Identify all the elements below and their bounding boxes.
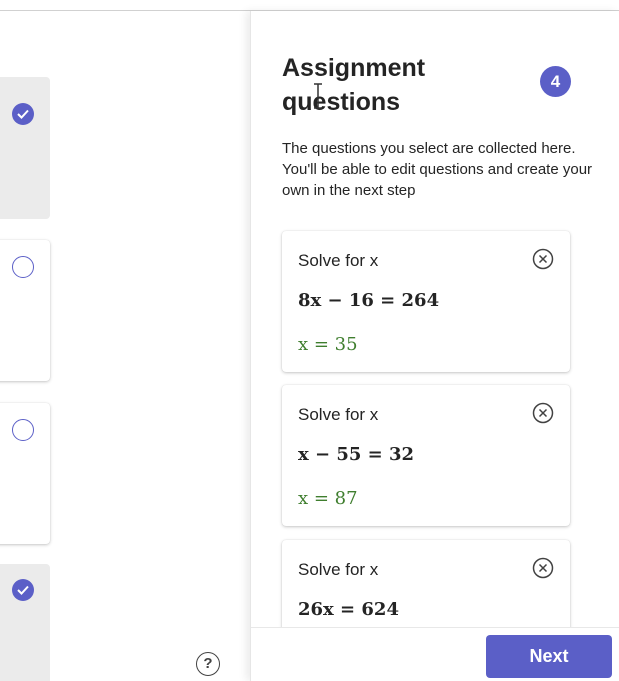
question-prompt: Solve for x xyxy=(298,251,379,270)
checkmark-icon xyxy=(17,109,29,119)
select-question-checkbox-2[interactable] xyxy=(12,256,34,278)
help-circle-icon[interactable]: ? xyxy=(196,652,220,676)
checkmark-icon xyxy=(17,585,29,595)
select-question-checkbox-3[interactable] xyxy=(12,419,34,441)
next-button[interactable]: Next xyxy=(486,635,612,678)
panel-title: Assignment questions xyxy=(282,54,426,116)
assignment-questions-panel: Assignment questions 4 The questions you… xyxy=(250,11,619,681)
question-answer: x = 87 xyxy=(298,488,358,509)
question-count-badge: 4 xyxy=(540,66,571,97)
selected-question-card-1[interactable]: Solve for x 8x − 16 = 264 x = 35 xyxy=(282,231,570,372)
close-circle-icon[interactable] xyxy=(532,402,554,424)
panel-footer: Next xyxy=(251,627,619,681)
selected-question-card-2[interactable]: Solve for x x − 55 = 32 x = 87 xyxy=(282,385,570,526)
question-card-2[interactable] xyxy=(0,240,50,381)
question-prompt: Solve for x xyxy=(298,405,379,424)
question-answer: x = 35 xyxy=(298,334,358,355)
question-equation: 8x − 16 = 264 xyxy=(298,290,440,311)
select-question-checkbox-1[interactable] xyxy=(12,103,34,125)
close-circle-icon[interactable] xyxy=(532,557,554,579)
panel-description: The questions you select are collected h… xyxy=(282,140,593,199)
question-browser: ? xyxy=(0,11,250,681)
question-card-1[interactable] xyxy=(0,77,50,219)
question-card-4[interactable] xyxy=(0,564,50,681)
select-question-checkbox-4[interactable] xyxy=(12,579,34,601)
question-prompt: Solve for x xyxy=(298,560,379,579)
text-cursor-icon xyxy=(314,83,322,109)
question-card-3[interactable] xyxy=(0,403,50,544)
close-circle-icon[interactable] xyxy=(532,248,554,270)
question-equation: 26x = 624 xyxy=(298,599,399,620)
question-equation: x − 55 = 32 xyxy=(298,444,415,465)
